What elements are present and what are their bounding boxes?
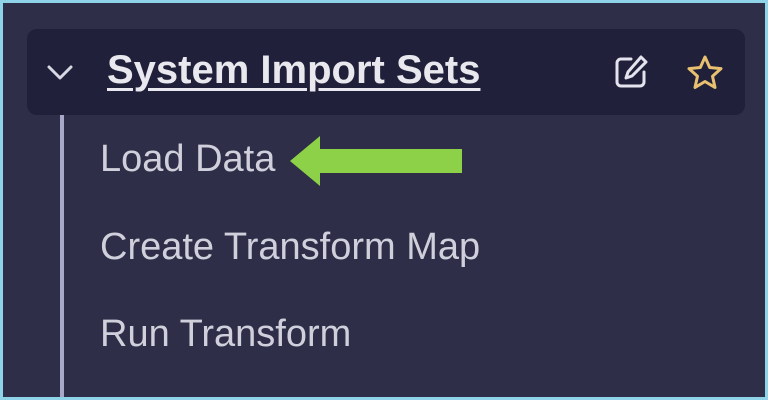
section-header[interactable]: System Import Sets [27, 29, 745, 115]
tree-connector-line [60, 115, 64, 397]
arrow-left-icon [290, 136, 462, 186]
nav-item-load-data[interactable]: Load Data [100, 137, 275, 181]
nav-item-run-transform[interactable]: Run Transform [100, 312, 351, 356]
nav-item-create-transform-map[interactable]: Create Transform Map [100, 225, 480, 269]
section-title[interactable]: System Import Sets [107, 47, 480, 93]
star-icon[interactable] [685, 53, 725, 93]
chevron-down-icon[interactable] [45, 57, 75, 87]
edit-icon[interactable] [611, 52, 651, 92]
navigator-panel: System Import Sets Load Data Create Tran… [3, 3, 765, 397]
